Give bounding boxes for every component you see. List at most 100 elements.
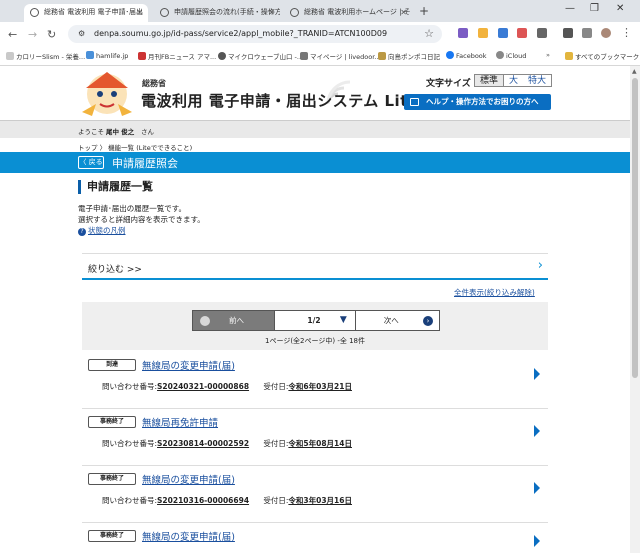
- globe-icon: [290, 8, 299, 17]
- filter-toggle[interactable]: 絞り込む >> ›: [82, 253, 548, 280]
- bookmark-icon: [6, 52, 14, 60]
- question-icon: ?: [78, 228, 86, 236]
- close-icon[interactable]: ✕: [136, 4, 143, 21]
- menu-dots-icon[interactable]: ⋮: [621, 26, 632, 39]
- chevron-right-icon[interactable]: [534, 368, 540, 380]
- bookmark-item[interactable]: 月刊FBニュース アマ...: [138, 51, 216, 61]
- window-close-button[interactable]: ✕: [616, 3, 624, 14]
- bookmark-item[interactable]: マイページ | livedoor...: [300, 51, 381, 61]
- bookmark-item[interactable]: カロリーSlism - 栄養...: [6, 51, 85, 61]
- address-bar[interactable]: ⚙ denpa.soumu.go.jp/id-pass/service2/app…: [68, 25, 442, 43]
- globe-icon: [160, 8, 169, 17]
- reload-icon[interactable]: ↻: [47, 28, 56, 41]
- extension-icon[interactable]: [517, 28, 527, 38]
- bookmark-item[interactable]: hamlife.jp: [86, 51, 128, 60]
- bookmark-icon: [378, 52, 386, 60]
- avatar[interactable]: [601, 28, 611, 38]
- application-name-link[interactable]: 無線局の変更申請(届): [142, 472, 235, 486]
- received-date: 令和3年03月16日: [288, 496, 352, 505]
- facebook-icon: [446, 51, 454, 59]
- dropdown-triangle-icon: ▼: [339, 315, 347, 325]
- history-item[interactable]: 到達 無線局の変更申請(届) 問い合わせ番号:S20240321-0000086…: [82, 354, 548, 409]
- chevron-right-icon: ›: [537, 258, 543, 273]
- page-info: 1ページ(全2ページ中) ‐全 18件: [265, 337, 365, 345]
- application-name-link[interactable]: 無線局再免許申請: [142, 415, 218, 429]
- history-item[interactable]: 事務終了 無線局の変更申請(届) 問い合わせ番号:S20210316-00006…: [82, 468, 548, 523]
- maximize-button[interactable]: ❐: [590, 3, 599, 14]
- scrollbar-thumb[interactable]: [632, 78, 638, 378]
- font-size-standard[interactable]: 標準: [475, 75, 505, 86]
- bookmarks-overflow[interactable]: »: [546, 51, 550, 59]
- breadcrumb-current[interactable]: 機能一覧 (Liteでできること): [108, 144, 192, 152]
- next-circle-icon: ›: [423, 316, 433, 326]
- history-item[interactable]: 事務終了 無線局の変更申請(届): [82, 525, 548, 553]
- application-name-link[interactable]: 無線局の変更申請(届): [142, 529, 235, 543]
- extension-icon[interactable]: [458, 28, 468, 38]
- forward-arrow-icon[interactable]: →: [28, 28, 37, 41]
- bookmark-item[interactable]: iCloud: [496, 51, 526, 60]
- browser-tab-bar: 総務省 電波利用 電子申請･届出 ✕ 申請履歴照会の流れ(手続・操作方) ✕ 総…: [0, 0, 640, 22]
- tab-denpa-home[interactable]: 総務省 電波利用ホームページ | そ ✕: [284, 4, 412, 22]
- font-size-selector: 標準 大 特大: [474, 74, 553, 87]
- font-size-large[interactable]: 大: [504, 75, 523, 86]
- page-title: 申請履歴照会: [112, 157, 178, 170]
- section-heading: 申請履歴一覧: [78, 180, 153, 194]
- minimize-button[interactable]: —: [565, 3, 575, 14]
- item-meta: 問い合わせ番号:S20230814-00002592 受付日:令和5年08月14…: [102, 439, 352, 448]
- page-scrollbar[interactable]: ▲: [630, 66, 640, 553]
- window-icon: [410, 98, 419, 106]
- chevron-right-icon[interactable]: [534, 425, 540, 437]
- back-arrow-icon[interactable]: ←: [8, 28, 17, 41]
- show-all-link[interactable]: 全件表示(絞り込み解除): [454, 287, 535, 298]
- side-panel-icon[interactable]: [582, 28, 592, 38]
- inquiry-number: S20240321-00000868: [157, 382, 250, 391]
- back-button[interactable]: 〈 戻る: [78, 156, 104, 169]
- status-legend-link[interactable]: ? 状態の凡例: [78, 225, 126, 236]
- filter-label: 絞り込む >>: [88, 265, 142, 275]
- tab-history-guide[interactable]: 申請履歴照会の流れ(手続・操作方) ✕: [154, 4, 280, 22]
- globe-icon: [30, 8, 39, 17]
- inquiry-number: S20230814-00002592: [157, 439, 250, 448]
- prev-page-button[interactable]: 前へ: [193, 311, 275, 330]
- extension-icon[interactable]: [498, 28, 508, 38]
- font-size-label: 文字サイズ: [426, 79, 471, 89]
- bookmark-item[interactable]: マイクロウェーブ山口 -...: [218, 51, 303, 61]
- help-button[interactable]: ヘルプ・操作方法でお困りの方へ: [404, 94, 551, 110]
- title-bar: 〈 戻る 申請履歴照会: [0, 152, 630, 173]
- all-bookmarks[interactable]: すべてのブックマーク: [565, 51, 639, 61]
- item-meta: 問い合わせ番号:S20210316-00006694 受付日:令和3年03月16…: [102, 496, 352, 505]
- page-content: 総務省 電波利用 電子申請・届出システム Lite 文字サイズ 標準 大 特大 …: [0, 66, 630, 553]
- breadcrumb-home[interactable]: トップ: [78, 144, 98, 152]
- bookmark-icon: [86, 51, 94, 59]
- extensions-puzzle-icon[interactable]: [537, 28, 547, 38]
- bookmark-item[interactable]: Facebook: [446, 51, 487, 60]
- scroll-up-icon[interactable]: ▲: [632, 68, 637, 75]
- inquiry-number: S20210316-00006694: [157, 496, 250, 505]
- bookmark-item[interactable]: 向島ポンポコ日記: [378, 51, 440, 61]
- font-size-xlarge[interactable]: 特大: [523, 75, 551, 86]
- description-line: 電子申請･届出の履歴一覧です。: [78, 204, 186, 213]
- user-name: 尾中 俊之: [106, 128, 135, 136]
- close-icon[interactable]: ✕: [268, 4, 275, 21]
- extension-icon[interactable]: [478, 28, 488, 38]
- page-select[interactable]: 1/2 ▼: [274, 311, 356, 330]
- close-icon[interactable]: ✕: [400, 4, 407, 21]
- pager-control: 前へ 1/2 ▼ 次へ ›: [192, 310, 440, 331]
- received-date: 令和6年03月21日: [288, 382, 352, 391]
- history-item[interactable]: 事務終了 無線局再免許申請 問い合わせ番号:S20230814-00002592…: [82, 411, 548, 466]
- bookmark-star-icon[interactable]: ☆: [424, 27, 434, 40]
- bookmark-icon: [300, 52, 308, 60]
- bookmark-icon: [218, 52, 226, 60]
- description-line: 選択すると詳細内容を表示できます。: [78, 215, 205, 224]
- chevron-right-icon[interactable]: [534, 535, 540, 547]
- status-badge: 事務終了: [88, 416, 136, 428]
- status-badge: 事務終了: [88, 530, 136, 542]
- chevron-right-icon[interactable]: [534, 482, 540, 494]
- download-icon[interactable]: [563, 28, 573, 38]
- browser-toolbar: ← → ↻ ⚙ denpa.soumu.go.jp/id-pass/servic…: [0, 22, 640, 46]
- application-name-link[interactable]: 無線局の変更申請(届): [142, 358, 235, 372]
- tab-denpa-lite[interactable]: 総務省 電波利用 電子申請･届出 ✕: [24, 4, 148, 22]
- new-tab-button[interactable]: +: [419, 4, 429, 18]
- next-page-button[interactable]: 次へ ›: [356, 311, 439, 330]
- site-info-icon[interactable]: ⚙: [78, 29, 85, 38]
